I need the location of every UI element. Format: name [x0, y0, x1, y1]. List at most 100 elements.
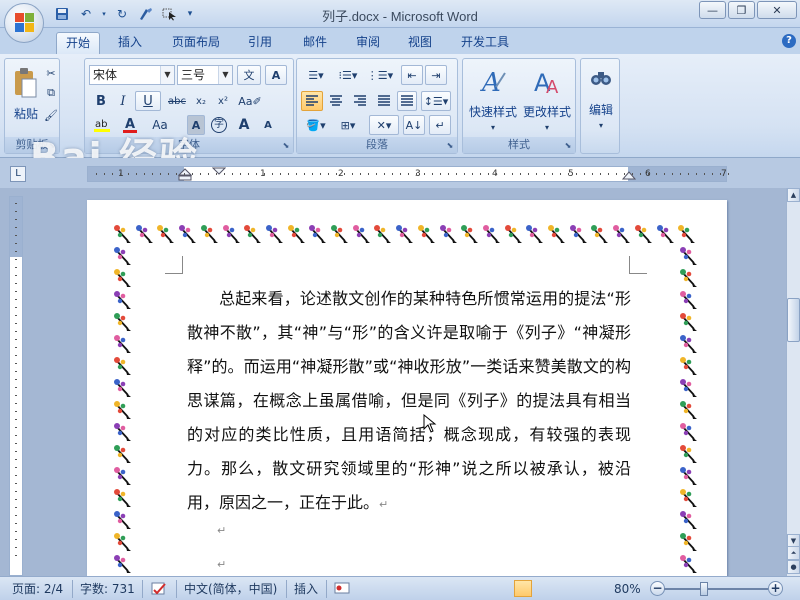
change-case-button[interactable]: Aa: [147, 115, 173, 135]
right-indent-marker-icon[interactable]: [622, 169, 636, 181]
scroll-up-icon[interactable]: ▲: [787, 188, 800, 202]
italic-button[interactable]: I: [113, 91, 133, 111]
editing-button[interactable]: 编辑: [583, 101, 619, 118]
bullets-icon[interactable]: ☰▾: [301, 65, 331, 85]
minimize-button[interactable]: —: [699, 1, 726, 19]
tab-selector-button[interactable]: L: [10, 166, 26, 182]
styles-launcher-icon[interactable]: ⬊: [563, 141, 573, 151]
vertical-ruler[interactable]: [9, 196, 23, 576]
bold-button[interactable]: B: [91, 91, 111, 111]
copy-icon[interactable]: ⧉: [43, 85, 59, 101]
svg-text:A: A: [125, 117, 135, 132]
quick-styles-button[interactable]: 快速样式: [465, 103, 521, 120]
horizontal-ruler[interactable]: 1 1 2 3 4 5 6 7: [87, 166, 729, 182]
browse-object-icon[interactable]: ●: [787, 560, 800, 574]
zoom-level[interactable]: 80%: [614, 581, 641, 597]
font-size-combo[interactable]: 三号 ▼: [177, 65, 233, 85]
tab-page-layout[interactable]: 页面布局: [164, 32, 228, 54]
binoculars-icon[interactable]: [587, 65, 615, 91]
full-screen-reading-view-icon[interactable]: [534, 580, 552, 597]
borders-icon[interactable]: ⊞▾: [333, 115, 363, 135]
align-left-icon[interactable]: [301, 91, 323, 111]
quick-styles-icon[interactable]: A: [475, 65, 511, 99]
proofing-icon[interactable]: [150, 581, 168, 597]
phonetic-guide-button[interactable]: 文: [237, 65, 261, 85]
print-layout-view-icon[interactable]: [514, 580, 532, 597]
font-launcher-icon[interactable]: ⬊: [281, 141, 291, 151]
macro-record-icon[interactable]: [334, 581, 350, 597]
office-button[interactable]: [4, 3, 44, 43]
document-page[interactable]: 总起来看，论述散文创作的某种特色所惯常运用的提法“形散神不散”，其“神”与“形”…: [87, 200, 727, 576]
enclose-char-button[interactable]: 字: [209, 115, 229, 135]
quick-styles-dropdown-icon[interactable]: ▾: [475, 121, 511, 133]
font-name-dropdown-icon[interactable]: ▼: [160, 66, 174, 84]
editing-dropdown-icon[interactable]: ▾: [589, 119, 613, 131]
superscript-button[interactable]: x²: [213, 91, 233, 111]
chinese-layout-icon[interactable]: ✕▾: [369, 115, 399, 135]
help-icon[interactable]: ?: [782, 34, 796, 48]
empty-paragraph-mark: ↵: [217, 558, 227, 571]
page-count[interactable]: 页面: 2/4: [12, 581, 63, 597]
char-border-button[interactable]: A: [265, 65, 287, 85]
strikethrough-button[interactable]: abc: [165, 91, 189, 111]
sort-icon[interactable]: A↓: [403, 115, 425, 135]
underline-button[interactable]: U: [135, 91, 161, 111]
grow-font-button[interactable]: A: [233, 115, 255, 135]
prev-page-icon[interactable]: ⏶: [787, 546, 800, 560]
document-body-text[interactable]: 总起来看，论述散文创作的某种特色所惯常运用的提法“形散神不散”，其“神”与“形”…: [187, 282, 631, 522]
change-styles-button[interactable]: 更改样式: [519, 103, 575, 120]
multilevel-list-icon[interactable]: ⋮☰▾: [365, 65, 395, 85]
language-indicator[interactable]: 中文(简体，中国): [184, 581, 277, 597]
paste-button[interactable]: 粘贴: [13, 105, 39, 122]
shrink-font-button[interactable]: A: [257, 115, 279, 135]
cut-icon[interactable]: ✂: [43, 65, 59, 81]
paragraph-mark: ↵: [379, 498, 389, 511]
status-divider: [176, 580, 177, 598]
char-shading-button[interactable]: A: [187, 115, 205, 135]
change-styles-dropdown-icon[interactable]: ▾: [529, 121, 565, 133]
zoom-slider-thumb[interactable]: [700, 582, 709, 596]
restore-button[interactable]: ❐: [728, 1, 755, 19]
zoom-out-button[interactable]: −: [650, 581, 665, 596]
paragraph-launcher-icon[interactable]: ⬊: [445, 141, 455, 151]
clear-formatting-icon[interactable]: Aa✐: [237, 91, 263, 111]
font-color-button[interactable]: A: [119, 115, 141, 135]
scroll-thumb[interactable]: [787, 298, 800, 342]
justify-icon[interactable]: [373, 91, 395, 111]
align-right-icon[interactable]: [349, 91, 371, 111]
tab-developer[interactable]: 开发工具: [452, 32, 518, 54]
font-size-dropdown-icon[interactable]: ▼: [218, 66, 232, 84]
tab-insert[interactable]: 插入: [108, 32, 152, 54]
tab-review[interactable]: 审阅: [346, 32, 390, 54]
ruler-tick: [15, 371, 17, 372]
tab-view[interactable]: 视图: [398, 32, 442, 54]
highlight-color-icon[interactable]: ab: [91, 115, 113, 135]
paste-icon[interactable]: [11, 65, 41, 103]
zoom-slider-track[interactable]: [664, 588, 768, 590]
close-button[interactable]: ✕: [757, 1, 797, 19]
subscript-button[interactable]: x₂: [191, 91, 211, 111]
word-count[interactable]: 字数: 731: [80, 581, 135, 597]
shading-icon[interactable]: 🪣▾: [301, 115, 331, 135]
outline-view-icon[interactable]: [574, 580, 592, 597]
distributed-icon[interactable]: [397, 91, 417, 111]
insert-mode-indicator[interactable]: 插入: [294, 581, 318, 597]
tab-home[interactable]: 开始: [56, 32, 100, 54]
align-center-icon[interactable]: [325, 91, 347, 111]
tab-references[interactable]: 引用: [240, 32, 280, 54]
draft-view-icon[interactable]: [594, 580, 612, 597]
numbering-icon[interactable]: ⁝☰▾: [333, 65, 363, 85]
tab-mailings[interactable]: 邮件: [293, 32, 337, 54]
decrease-indent-icon[interactable]: ⇤: [401, 65, 423, 85]
web-layout-view-icon[interactable]: [554, 580, 572, 597]
show-marks-icon[interactable]: ↵: [429, 115, 451, 135]
change-styles-icon[interactable]: AA: [529, 65, 565, 99]
line-spacing-icon[interactable]: ↕☰▾: [421, 91, 451, 111]
font-name-combo[interactable]: 宋体 ▼: [89, 65, 175, 85]
zoom-in-button[interactable]: +: [768, 581, 783, 596]
clipboard-launcher-icon[interactable]: ⬊: [47, 141, 57, 151]
vertical-scrollbar[interactable]: ▲ ▼ ⏶ ●: [786, 188, 800, 576]
left-indent-marker-icon[interactable]: [178, 167, 192, 181]
increase-indent-icon[interactable]: ⇥: [425, 65, 447, 85]
format-painter-icon[interactable]: 🖌: [43, 107, 59, 123]
